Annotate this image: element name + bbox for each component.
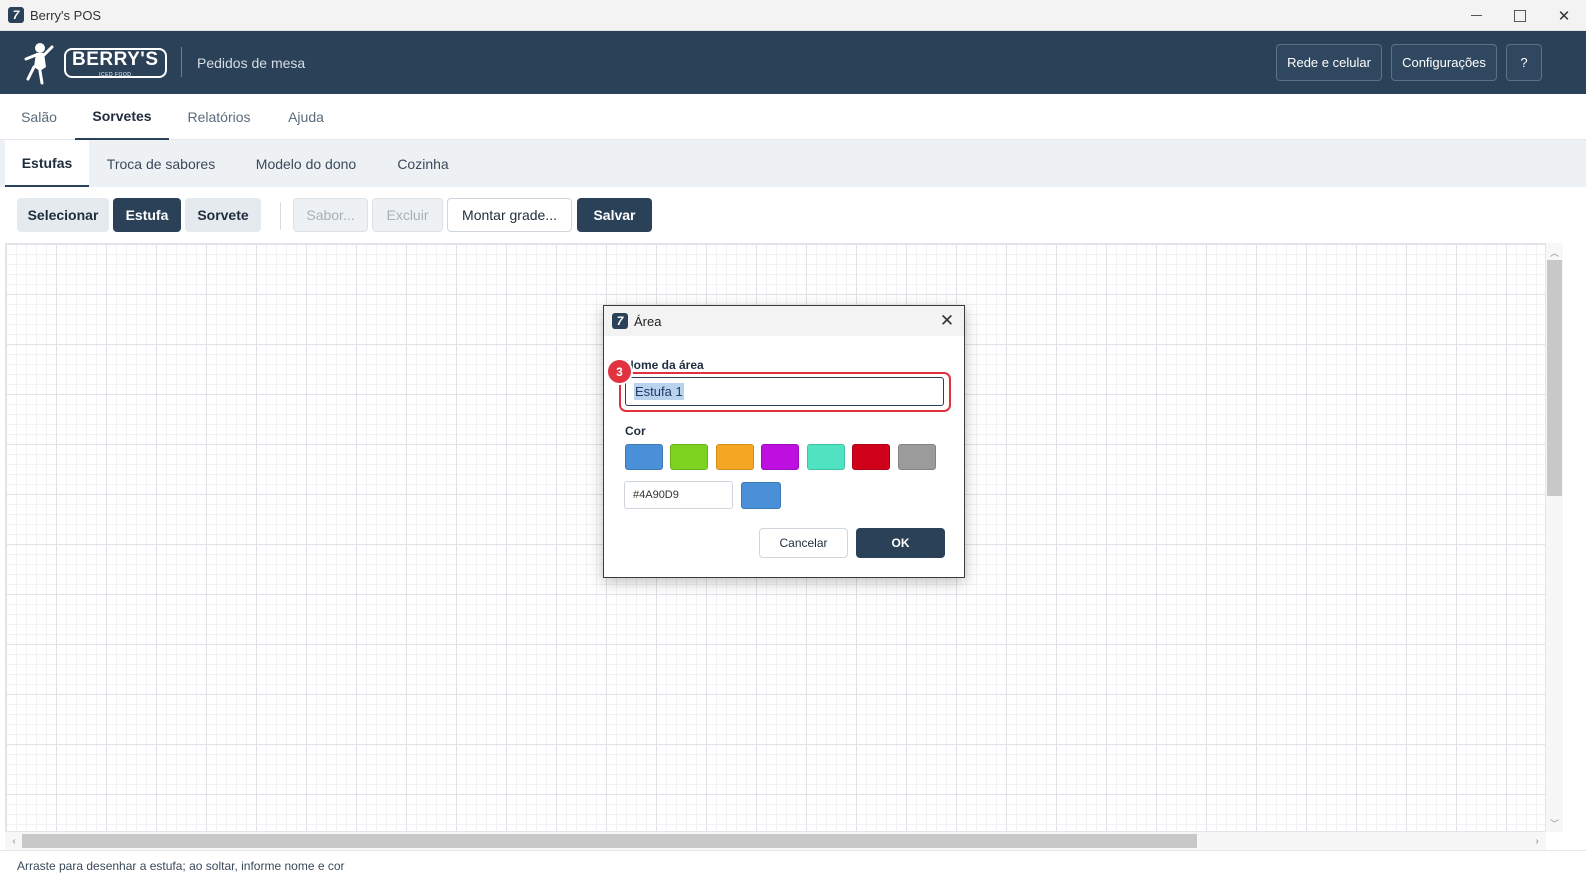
subtab-troca-de-sabores[interactable]: Troca de sabores (97, 140, 225, 187)
swatch-gray[interactable] (898, 444, 936, 470)
logo-text: BERRY'S (72, 48, 159, 70)
help-button[interactable]: ? (1506, 44, 1542, 81)
scroll-left-icon[interactable]: ‹ (7, 832, 21, 850)
tab-relatorios[interactable]: Relatórios (180, 94, 258, 140)
logo-subtext: ICED FOOD (99, 71, 132, 78)
settings-button[interactable]: Configurações (1391, 44, 1497, 81)
subtab-cozinha[interactable]: Cozinha (388, 140, 458, 187)
swatch-teal[interactable] (807, 444, 845, 470)
app-header: BERRY'S ICED FOOD Pedidos de mesa Rede e… (0, 31, 1586, 94)
status-text: Arraste para desenhar a estufa; ao solta… (17, 859, 345, 873)
sub-tabs: Estufas Troca de sabores Modelo do dono … (0, 140, 1586, 187)
swatch-green[interactable] (670, 444, 708, 470)
sorvete-tool-button[interactable]: Sorvete (185, 198, 261, 232)
network-button[interactable]: Rede e celular (1276, 44, 1382, 81)
color-label: Cor (625, 424, 646, 438)
sabor-button[interactable]: Sabor... (293, 198, 368, 232)
logo-wordmark: BERRY'S ICED FOOD (64, 48, 167, 78)
delete-button[interactable]: Excluir (372, 198, 443, 232)
hex-color-input[interactable]: #4A90D9 (624, 481, 733, 509)
window-title: Berry's POS (30, 7, 102, 23)
minimize-icon[interactable] (1454, 0, 1498, 31)
estufa-tool-button[interactable]: Estufa (113, 198, 181, 232)
app-icon: 7 (8, 7, 24, 23)
area-name-label: Nome da área (625, 358, 704, 372)
vertical-scroll-thumb[interactable] (1547, 260, 1562, 496)
editor-toolbar: Selecionar Estufa Sorvete Sabor... Exclu… (0, 187, 1586, 243)
mascot-icon (24, 43, 54, 85)
scroll-right-icon[interactable]: › (1530, 832, 1544, 850)
tab-salao[interactable]: Salão (14, 94, 64, 140)
area-name-value: Estufa 1 (634, 383, 684, 400)
subtab-modelo-do-dono[interactable]: Modelo do dono (243, 140, 369, 187)
dialog-close-icon[interactable]: ✕ (938, 311, 956, 330)
subtab-estufas[interactable]: Estufas (5, 140, 89, 187)
brand-logo: BERRY'S ICED FOOD (18, 41, 167, 85)
area-name-input[interactable]: Estufa 1 (625, 377, 944, 406)
swatch-orange[interactable] (716, 444, 754, 470)
status-bar: Arraste para desenhar a estufa; ao solta… (0, 850, 1586, 880)
tab-sorvetes[interactable]: Sorvetes (75, 94, 169, 140)
ok-button[interactable]: OK (856, 528, 945, 558)
window-titlebar: 7 Berry's POS ✕ (0, 0, 1586, 31)
dialog-app-icon: 7 (612, 313, 628, 329)
swatch-blue[interactable] (625, 444, 663, 470)
build-grid-button[interactable]: Montar grade... (447, 198, 572, 232)
horizontal-scroll-thumb[interactable] (22, 834, 1197, 848)
maximize-icon[interactable] (1498, 0, 1542, 31)
scroll-down-icon[interactable]: ﹀ (1546, 816, 1563, 830)
vertical-scrollbar[interactable]: ︿ ﹀ (1546, 243, 1563, 832)
select-tool-button[interactable]: Selecionar (17, 198, 109, 232)
header-divider (181, 47, 182, 77)
step-badge: 3 (606, 358, 633, 385)
header-subtitle: Pedidos de mesa (197, 55, 306, 71)
toolbar-divider (280, 202, 281, 230)
horizontal-scrollbar[interactable]: ‹ › (5, 832, 1546, 850)
dialog-titlebar: 7 Área ✕ (604, 306, 964, 336)
swatch-purple[interactable] (761, 444, 799, 470)
main-tabs: Salão Sorvetes Relatórios Ajuda (0, 94, 1586, 140)
area-dialog: 7 Área ✕ Nome da área Estufa 1 3 Cor #4A… (603, 305, 965, 578)
scroll-up-icon[interactable]: ︿ (1546, 245, 1563, 259)
color-preview[interactable] (741, 482, 781, 509)
close-icon[interactable]: ✕ (1542, 0, 1586, 31)
dialog-title: Área (634, 313, 662, 329)
window-controls: ✕ (1454, 0, 1586, 31)
cancel-button[interactable]: Cancelar (759, 528, 848, 558)
save-button[interactable]: Salvar (577, 198, 652, 232)
tab-ajuda[interactable]: Ajuda (280, 94, 332, 140)
swatch-red[interactable] (852, 444, 890, 470)
